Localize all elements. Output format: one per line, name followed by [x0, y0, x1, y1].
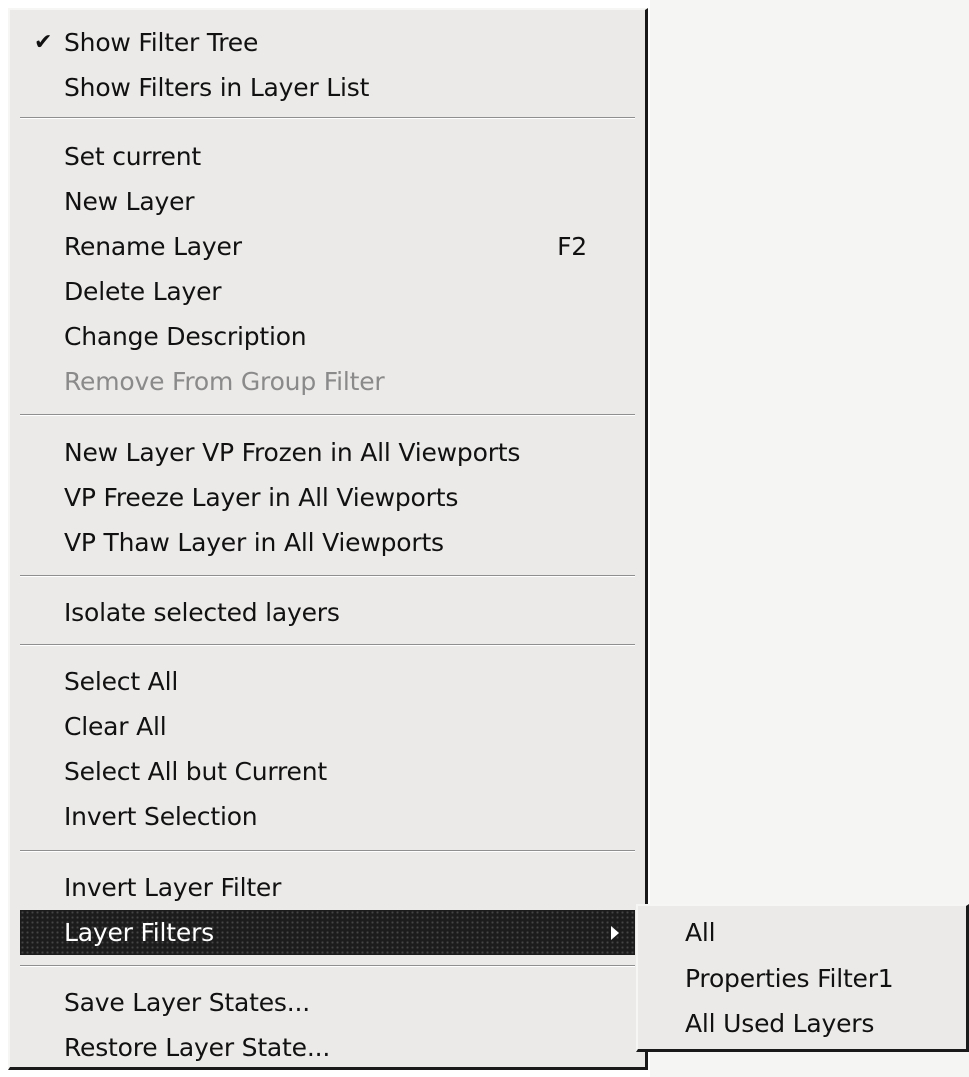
menu-item-label: New Layer — [64, 187, 195, 216]
menu-item-label: New Layer VP Frozen in All Viewports — [64, 438, 521, 467]
menu-item-delete-layer[interactable]: Delete Layer — [20, 269, 635, 314]
menu-item-invert-layer-filter[interactable]: Invert Layer Filter — [20, 865, 635, 910]
menu-item-rename-layer[interactable]: Rename Layer F2 — [20, 224, 635, 269]
submenu-item-all-used-layers[interactable]: All Used Layers — [646, 1001, 958, 1046]
menu-item-label: Show Filters in Layer List — [64, 73, 370, 102]
menu-item-label: Set current — [64, 142, 201, 171]
submenu-item-properties-filter1[interactable]: Properties Filter1 — [646, 956, 958, 1001]
menu-separator — [20, 117, 635, 119]
menu-item-new-layer-vp-frozen[interactable]: New Layer VP Frozen in All Viewports — [20, 430, 635, 475]
menu-item-remove-from-group-filter: Remove From Group Filter — [20, 359, 635, 404]
menu-item-restore-layer-state[interactable]: Restore Layer State... — [20, 1025, 635, 1070]
menu-item-label: Delete Layer — [64, 277, 222, 306]
menu-separator — [20, 414, 635, 416]
context-menu: ✔ Show Filter Tree Show Filters in Layer… — [8, 8, 648, 1070]
menu-item-label: Clear All — [64, 712, 167, 741]
menu-item-label: Restore Layer State... — [64, 1033, 331, 1062]
menu-item-label: Show Filter Tree — [64, 28, 259, 57]
menu-item-select-all-but-current[interactable]: Select All but Current — [20, 749, 635, 794]
menu-item-label: Select All — [64, 667, 179, 696]
menu-item-label: All Used Layers — [685, 1009, 875, 1038]
menu-item-vp-thaw-layer[interactable]: VP Thaw Layer in All Viewports — [20, 520, 635, 565]
menu-item-invert-selection[interactable]: Invert Selection — [20, 794, 635, 839]
menu-item-label: Change Description — [64, 322, 307, 351]
submenu-item-all[interactable]: All — [646, 910, 958, 955]
shortcut-key: F2 — [557, 232, 587, 261]
menu-separator — [20, 575, 635, 577]
menu-separator — [20, 644, 635, 646]
checkmark-icon: ✔ — [34, 30, 53, 55]
menu-item-set-current[interactable]: Set current — [20, 134, 635, 179]
menu-item-change-description[interactable]: Change Description — [20, 314, 635, 359]
submenu-arrow-icon — [611, 926, 619, 940]
menu-item-label: Select All but Current — [64, 757, 327, 786]
menu-item-new-layer[interactable]: New Layer — [20, 179, 635, 224]
menu-item-label: Invert Layer Filter — [64, 873, 282, 902]
menu-item-vp-freeze-layer[interactable]: VP Freeze Layer in All Viewports — [20, 475, 635, 520]
menu-item-select-all[interactable]: Select All — [20, 659, 635, 704]
menu-item-clear-all[interactable]: Clear All — [20, 704, 635, 749]
menu-item-isolate-selected-layers[interactable]: Isolate selected layers — [20, 590, 635, 635]
menu-item-label: Rename Layer — [64, 232, 242, 261]
menu-item-label: VP Freeze Layer in All Viewports — [64, 483, 459, 512]
menu-item-label: Save Layer States... — [64, 988, 311, 1017]
menu-item-label: Isolate selected layers — [64, 598, 340, 627]
menu-item-show-filter-tree[interactable]: ✔ Show Filter Tree — [20, 20, 635, 65]
menu-separator — [20, 850, 635, 852]
layer-filters-submenu: All Properties Filter1 All Used Layers — [636, 904, 969, 1052]
menu-item-show-filters-in-layer-list[interactable]: Show Filters in Layer List — [20, 65, 635, 110]
menu-item-label: Remove From Group Filter — [64, 367, 385, 396]
menu-item-label: All — [685, 918, 716, 947]
menu-item-layer-filters[interactable]: Layer Filters — [20, 910, 635, 955]
menu-item-save-layer-states[interactable]: Save Layer States... — [20, 980, 635, 1025]
menu-item-label: Layer Filters — [64, 918, 214, 947]
menu-item-label: Invert Selection — [64, 802, 258, 831]
menu-item-label: VP Thaw Layer in All Viewports — [64, 528, 444, 557]
menu-separator — [20, 965, 635, 967]
menu-item-label: Properties Filter1 — [685, 964, 894, 993]
